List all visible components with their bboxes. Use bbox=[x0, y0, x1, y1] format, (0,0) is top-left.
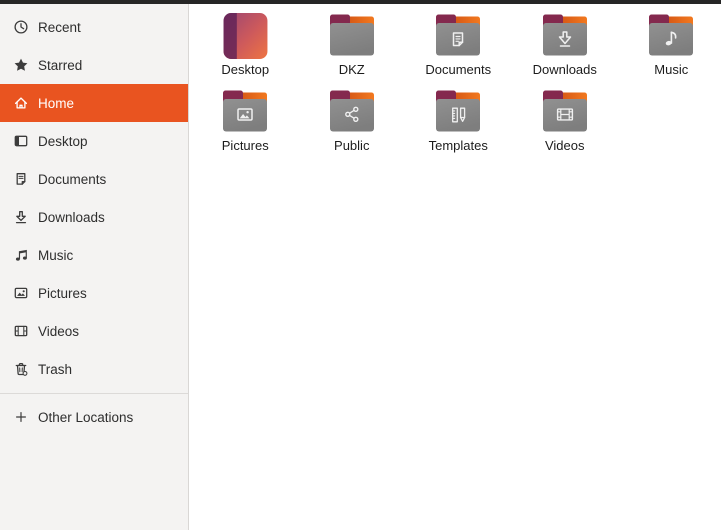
icon-grid: Desktop DKZ Documents Downloads Music Pi… bbox=[192, 4, 721, 156]
download-icon bbox=[15, 211, 27, 224]
folder-downloads-icon bbox=[539, 10, 591, 60]
sidebar-item-label: Videos bbox=[38, 323, 80, 339]
sidebar-item-music[interactable]: Music bbox=[0, 236, 188, 274]
picture-icon bbox=[14, 287, 28, 299]
desktop-gradient-icon bbox=[219, 10, 271, 60]
folder-templates-icon bbox=[432, 86, 484, 136]
file-item-pictures[interactable]: Pictures bbox=[192, 80, 299, 156]
file-name: DKZ bbox=[338, 62, 365, 77]
file-name: Videos bbox=[544, 138, 585, 153]
folder-plain-icon bbox=[326, 10, 378, 60]
file-item-desktop[interactable]: Desktop bbox=[192, 4, 299, 80]
home-icon bbox=[14, 97, 28, 109]
file-name: Music bbox=[654, 62, 689, 77]
recent-clock-icon bbox=[14, 20, 28, 34]
film-icon bbox=[14, 325, 28, 337]
file-item-videos[interactable]: Videos bbox=[512, 80, 619, 156]
file-item-music[interactable]: Music bbox=[618, 4, 721, 80]
file-item-dkz[interactable]: DKZ bbox=[299, 4, 406, 80]
sidebar-item-label: Documents bbox=[38, 171, 107, 187]
folder-videos-icon bbox=[539, 86, 591, 136]
sidebar-item-videos[interactable]: Videos bbox=[0, 312, 188, 350]
sidebar-item-label: Music bbox=[38, 247, 74, 263]
file-name: Downloads bbox=[532, 62, 597, 77]
sidebar-item-label: Desktop bbox=[38, 133, 88, 149]
folder-pictures-icon bbox=[219, 86, 271, 136]
file-name: Desktop bbox=[221, 62, 270, 77]
sidebar-separator bbox=[0, 393, 188, 394]
sidebar-item-other-locations[interactable]: Other Locations bbox=[0, 398, 188, 436]
file-name: Public bbox=[334, 138, 370, 153]
sidebar-item-desktop[interactable]: Desktop bbox=[0, 122, 188, 160]
sidebar-item-downloads[interactable]: Downloads bbox=[0, 198, 188, 236]
file-name: Pictures bbox=[221, 138, 269, 153]
sidebar-item-label: Downloads bbox=[38, 209, 105, 225]
sidebar-item-trash[interactable]: Trash bbox=[0, 350, 188, 388]
sidebar-item-label: Pictures bbox=[38, 285, 87, 301]
sidebar-item-documents[interactable]: Documents bbox=[0, 160, 188, 198]
sidebar-item-label: Recent bbox=[38, 19, 81, 35]
plus-icon bbox=[16, 412, 26, 422]
sidebar-item-starred[interactable]: Starred bbox=[0, 46, 188, 84]
sidebar-item-label: Other Locations bbox=[38, 409, 134, 425]
file-item-downloads[interactable]: Downloads bbox=[512, 4, 619, 80]
file-view: Desktop DKZ Documents Downloads Music Pi… bbox=[190, 4, 721, 530]
trash-icon bbox=[15, 363, 28, 376]
document-icon bbox=[16, 173, 26, 185]
folder-public-icon bbox=[326, 86, 378, 136]
folder-documents-icon bbox=[432, 10, 484, 60]
desktop-icon bbox=[14, 135, 28, 147]
file-name: Templates bbox=[428, 138, 488, 153]
sidebar-item-home[interactable]: Home bbox=[0, 84, 188, 122]
places-sidebar: Recent Starred Home Desktop Documents Do… bbox=[0, 4, 189, 530]
sidebar-item-recent[interactable]: Recent bbox=[0, 8, 188, 46]
sidebar-item-pictures[interactable]: Pictures bbox=[0, 274, 188, 312]
file-name: Documents bbox=[425, 62, 492, 77]
file-item-public[interactable]: Public bbox=[299, 80, 406, 156]
music-note-icon bbox=[15, 249, 27, 261]
folder-music-icon bbox=[645, 10, 697, 60]
file-item-templates[interactable]: Templates bbox=[405, 80, 512, 156]
sidebar-item-label: Trash bbox=[38, 361, 73, 377]
file-item-documents[interactable]: Documents bbox=[405, 4, 512, 80]
sidebar-item-label: Starred bbox=[38, 57, 83, 73]
star-icon bbox=[14, 58, 28, 71]
sidebar-item-label: Home bbox=[38, 95, 75, 111]
